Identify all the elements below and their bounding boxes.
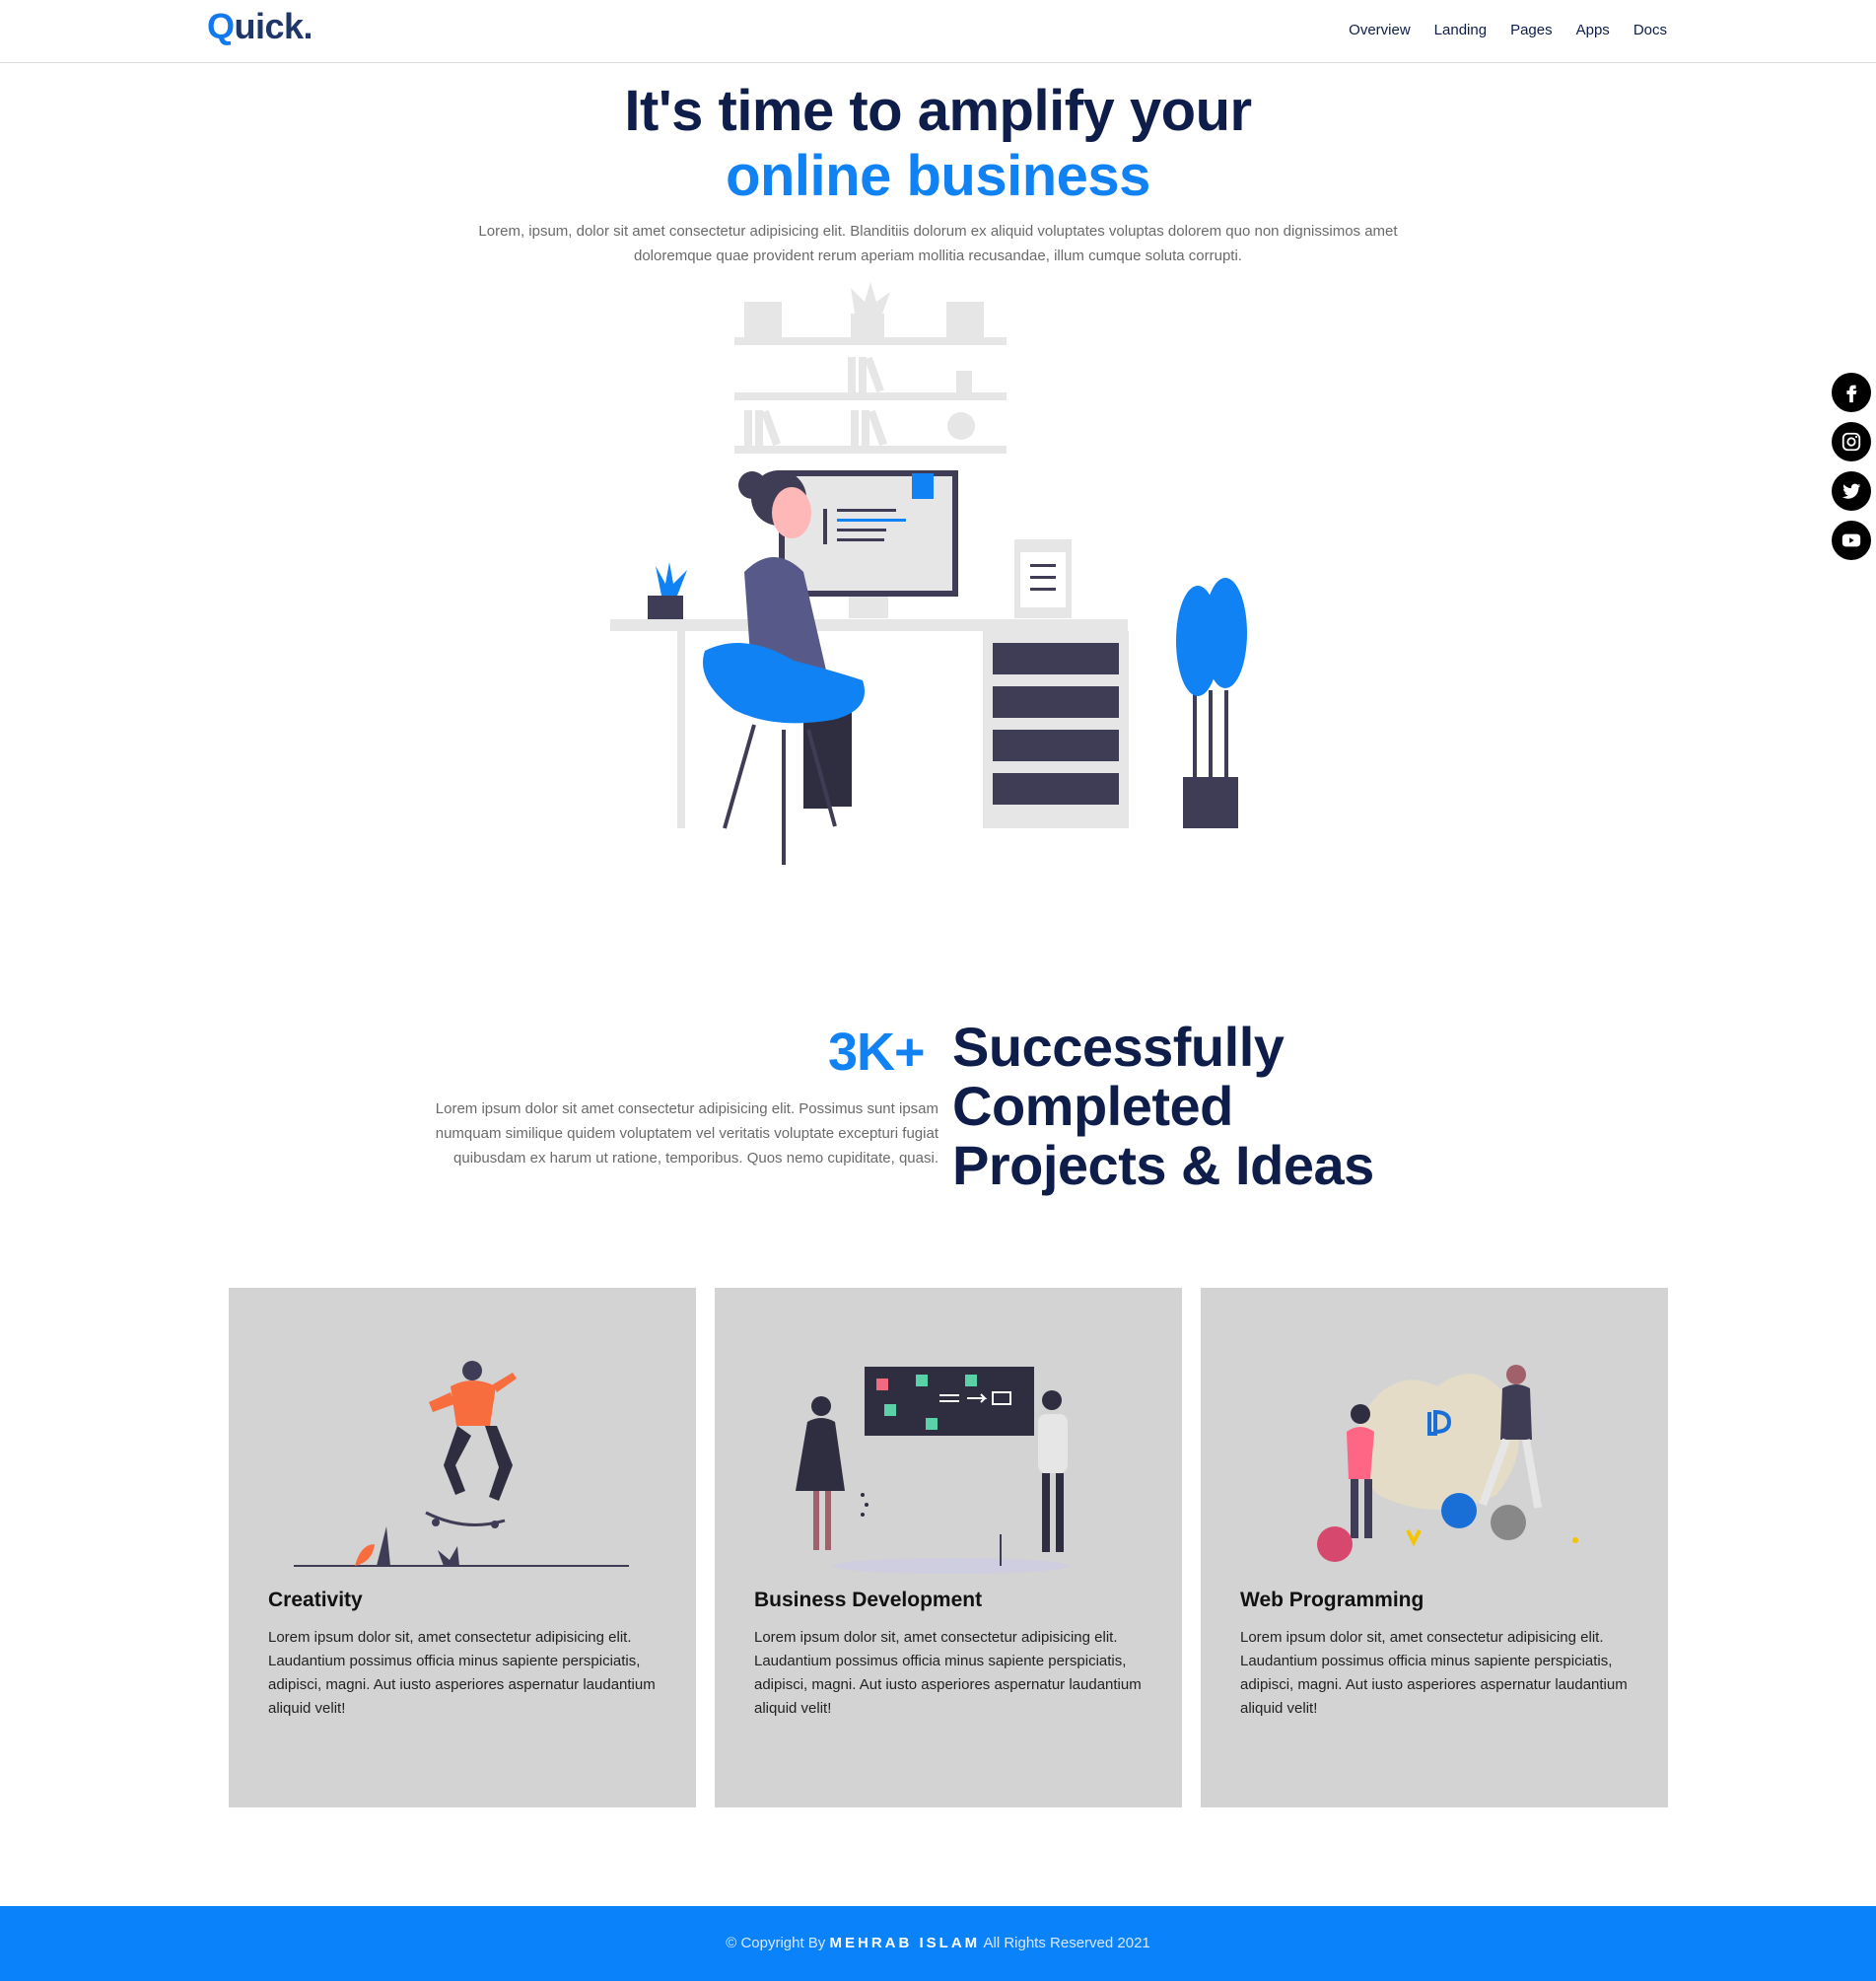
site-footer: © Copyright By MEHRAB ISLAM All Rights R… (0, 1906, 1876, 1981)
facebook-icon[interactable] (1832, 373, 1871, 412)
skateboarder-illustration (294, 1361, 629, 1567)
logo-text: uick. (234, 6, 313, 46)
card-web-programming: Web Programming Lorem ipsum dolor sit, a… (1201, 1288, 1668, 1807)
nav-overview[interactable]: Overview (1349, 22, 1411, 38)
card-text: Lorem ipsum dolor sit, amet consectetur … (1240, 1629, 1628, 1717)
hero-description: Lorem, ipsum, dolor sit amet consectetur… (478, 223, 1398, 264)
hero-title-line1: It's time to amplify your (624, 79, 1252, 143)
site-header: Quick. Overview Landing Pages Apps Docs (0, 0, 1876, 63)
copyright-suffix: All Rights Reserved 2021 (983, 1935, 1150, 1951)
social-sidebar (1832, 373, 1871, 560)
twitter-icon[interactable] (1832, 471, 1871, 511)
nav-apps[interactable]: Apps (1576, 22, 1610, 38)
card-creativity: Creativity Lorem ipsum dolor sit, amet c… (229, 1288, 696, 1807)
youtube-icon[interactable] (1832, 521, 1871, 560)
card-title: Business Development (754, 1589, 983, 1611)
nav-docs[interactable]: Docs (1633, 22, 1667, 38)
author-name: MEHRAB ISLAM (829, 1935, 981, 1951)
stats-description: Lorem ipsum dolor sit amet consectetur a… (435, 1100, 938, 1167)
logo[interactable]: Quick. (207, 6, 313, 47)
main-nav: Overview Landing Pages Apps Docs (1349, 22, 1667, 38)
social-platforms-illustration (1317, 1365, 1578, 1562)
nav-landing[interactable]: Landing (1434, 22, 1487, 38)
card-text: Lorem ipsum dolor sit, amet consectetur … (268, 1629, 656, 1717)
card-title: Web Programming (1240, 1589, 1424, 1611)
nav-pages[interactable]: Pages (1510, 22, 1553, 38)
logo-q: Q (207, 6, 235, 46)
whiteboard-meeting-illustration (796, 1367, 1070, 1574)
stats-number: 3K+ (828, 1023, 926, 1082)
card-title: Creativity (268, 1589, 363, 1611)
hero-title-line2: online business (726, 144, 1150, 208)
card-text: Lorem ipsum dolor sit, amet consectetur … (754, 1629, 1142, 1717)
office-illustration (610, 282, 1247, 865)
copyright-text: © Copyright By MEHRAB ISLAM All Rights R… (0, 1906, 1876, 1981)
copyright-prefix: © Copyright By (726, 1935, 826, 1951)
card-business-development: Business Development Lorem ipsum dolor s… (715, 1288, 1182, 1807)
stats-heading: Successfully Completed Projects & Ideas (952, 1016, 1374, 1196)
instagram-icon[interactable] (1832, 422, 1871, 461)
